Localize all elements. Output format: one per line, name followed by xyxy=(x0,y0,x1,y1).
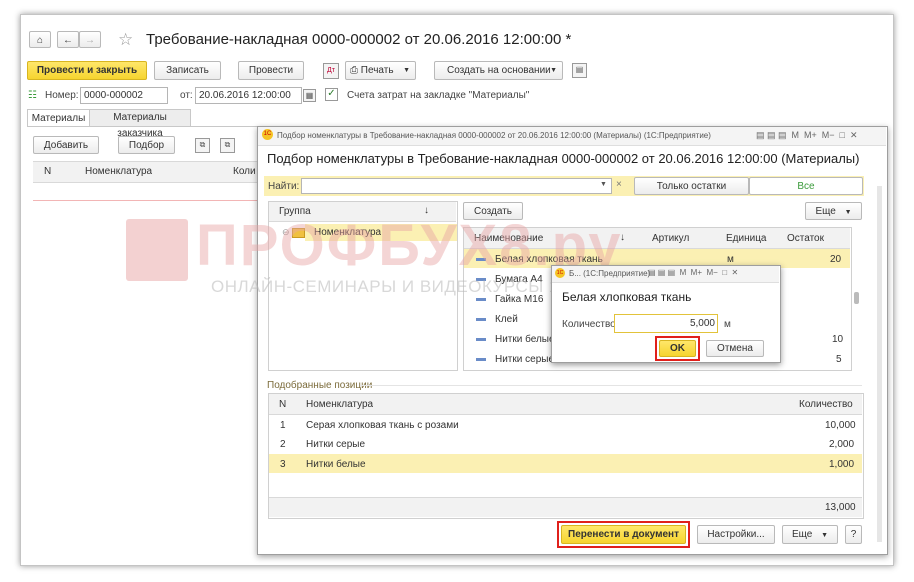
table-row-qty: 1,000 xyxy=(829,459,855,470)
posted-icon: ☷ xyxy=(28,90,37,101)
date-label: от: xyxy=(180,90,193,101)
list-item-unit: м xyxy=(727,254,734,265)
back-button[interactable]: ← xyxy=(57,31,79,48)
dialog-window-buttons[interactable]: ▤ ▤ ▤ M M+ M− □ ✕ xyxy=(648,268,738,277)
print-button[interactable]: ⎙ Печать ▼ xyxy=(345,61,416,80)
dt-kt-icon[interactable]: Дт xyxy=(323,63,339,79)
more-label: Еще xyxy=(815,206,836,217)
paste-icon[interactable]: ⧉ xyxy=(220,138,235,153)
list-item-rest: 10 xyxy=(832,334,844,345)
items-scrollbar[interactable] xyxy=(854,292,859,304)
cost-accounts-label: Счета затрат на закладке "Материалы" xyxy=(347,90,530,101)
search-input[interactable] xyxy=(301,178,612,194)
tab-divider xyxy=(27,126,267,127)
watermark-logo xyxy=(126,219,188,281)
tab-materials[interactable]: Материалы xyxy=(27,109,90,127)
find-label: Найти: xyxy=(268,181,300,192)
list-item[interactable]: Клей xyxy=(495,314,518,325)
create-based-on-button[interactable]: Создать на основании ▼ xyxy=(434,61,563,80)
print-label: Печать xyxy=(360,65,394,76)
chevron-down-icon: ▼ xyxy=(550,67,557,74)
only-rest-toggle[interactable]: Только остатки xyxy=(634,177,749,195)
ok-highlight xyxy=(655,336,700,361)
table-row-n: 3 xyxy=(280,459,286,470)
settings-button[interactable]: Настройки... xyxy=(697,525,775,544)
more-label: Еще xyxy=(791,529,813,540)
help-button[interactable]: ? xyxy=(845,525,862,544)
col-article: Артикул xyxy=(652,233,690,244)
item-dash-icon: ▬ xyxy=(476,353,486,364)
table-row-qty: 10,000 xyxy=(825,420,856,431)
create-based-label: Создать на основании xyxy=(447,65,551,76)
cancel-button[interactable]: Отмена xyxy=(706,340,764,357)
table-row-n: 2 xyxy=(280,439,286,450)
copy-icon[interactable]: ⧉ xyxy=(195,138,210,153)
col-unit: Единица xyxy=(726,233,767,244)
quantity-unit: м xyxy=(724,319,731,330)
picker-scrollbar[interactable] xyxy=(877,186,882,542)
more-button[interactable]: Еще ▼ xyxy=(805,202,862,220)
tab-customer-materials[interactable]: Материалы заказчика xyxy=(89,109,191,139)
list-item-rest: 20 xyxy=(830,254,842,265)
chevron-down-icon: ▼ xyxy=(844,209,852,216)
selected-positions-label: Подобранные позиции xyxy=(267,380,373,391)
more-button-bottom[interactable]: Еще ▼ xyxy=(782,525,838,544)
printer-icon: ⎙ xyxy=(350,65,358,76)
list-item[interactable]: Нитки белые xyxy=(495,334,555,345)
selected-divider xyxy=(360,385,862,386)
app-logo-icon: 1С xyxy=(555,268,565,278)
document-title: Требование-накладная 0000-000002 от 20.0… xyxy=(146,31,572,48)
list-item[interactable]: Нитки серые xyxy=(495,354,554,365)
table-row[interactable]: Серая хлопковая ткань с розами xyxy=(306,420,459,431)
dialog-heading: Белая хлопковая ткань xyxy=(562,290,692,304)
sel-col-name: Номенклатура xyxy=(306,399,374,410)
calendar-icon[interactable]: ▦ xyxy=(303,89,316,102)
date-field[interactable]: 20.06.2016 12:00:00 xyxy=(195,87,302,104)
col-quantity: Коли xyxy=(233,166,256,177)
select-button[interactable]: Подбор xyxy=(118,136,175,154)
number-label: Номер: xyxy=(45,90,79,101)
table-row-n: 1 xyxy=(280,420,286,431)
item-dash-icon: ▬ xyxy=(476,313,486,324)
col-n: N xyxy=(44,166,52,177)
quantity-label: Количество: xyxy=(562,319,619,330)
tab-materials-label: Материалы xyxy=(31,113,86,124)
report-icon[interactable]: ▤ xyxy=(572,63,587,78)
cost-accounts-checkbox[interactable]: ✓ xyxy=(325,88,338,101)
picker-window-title: Подбор номенклатуры в Требование-накладн… xyxy=(277,131,711,140)
clear-search-icon[interactable]: × xyxy=(616,179,622,190)
window-buttons[interactable]: ▤ ▤ ▤ M M+ M− □ ✕ xyxy=(756,130,858,141)
all-toggle[interactable]: Все xyxy=(749,177,863,195)
star-icon[interactable]: ☆ xyxy=(118,30,133,50)
picker-heading: Подбор номенклатуры в Требование-накладн… xyxy=(267,151,860,166)
quantity-input[interactable]: 5,000 xyxy=(614,314,718,333)
item-dash-icon: ▬ xyxy=(476,333,486,344)
chevron-down-icon: ▼ xyxy=(403,67,410,74)
search-dropdown-icon[interactable]: ▼ xyxy=(600,181,607,188)
chevron-down-icon: ▼ xyxy=(821,532,829,539)
watermark-line2: ОНЛАЙН-СЕМИНАРЫ И ВИДЕОКУРСЫ 1С:8 xyxy=(211,277,587,296)
home-button[interactable]: ⌂ xyxy=(29,31,51,48)
dialog-title: Б... (1С:Предприятие) xyxy=(569,269,651,278)
totals-row xyxy=(269,497,862,517)
table-row[interactable]: Нитки серые xyxy=(306,439,365,450)
sel-col-n: N xyxy=(279,399,287,410)
col-nomenclature: Номенклатура xyxy=(85,166,153,177)
number-field[interactable]: 0000-000002 xyxy=(80,87,168,104)
table-row[interactable]: Нитки белые xyxy=(306,459,366,470)
list-item-rest: 5 xyxy=(836,354,842,365)
sel-col-qty: Количество xyxy=(799,399,853,410)
col-rest: Остаток xyxy=(787,233,824,244)
total-quantity: 13,000 xyxy=(825,502,856,513)
forward-button[interactable]: → xyxy=(79,31,101,48)
materials-grid-row xyxy=(33,200,263,201)
table-row-qty: 2,000 xyxy=(829,439,855,450)
transfer-highlight xyxy=(557,521,690,548)
app-logo-icon: 1С xyxy=(262,129,273,140)
post-button[interactable]: Провести xyxy=(238,61,304,80)
add-button[interactable]: Добавить xyxy=(33,136,99,154)
post-and-close-button[interactable]: Провести и закрыть xyxy=(27,61,147,80)
save-button[interactable]: Записать xyxy=(154,61,221,80)
